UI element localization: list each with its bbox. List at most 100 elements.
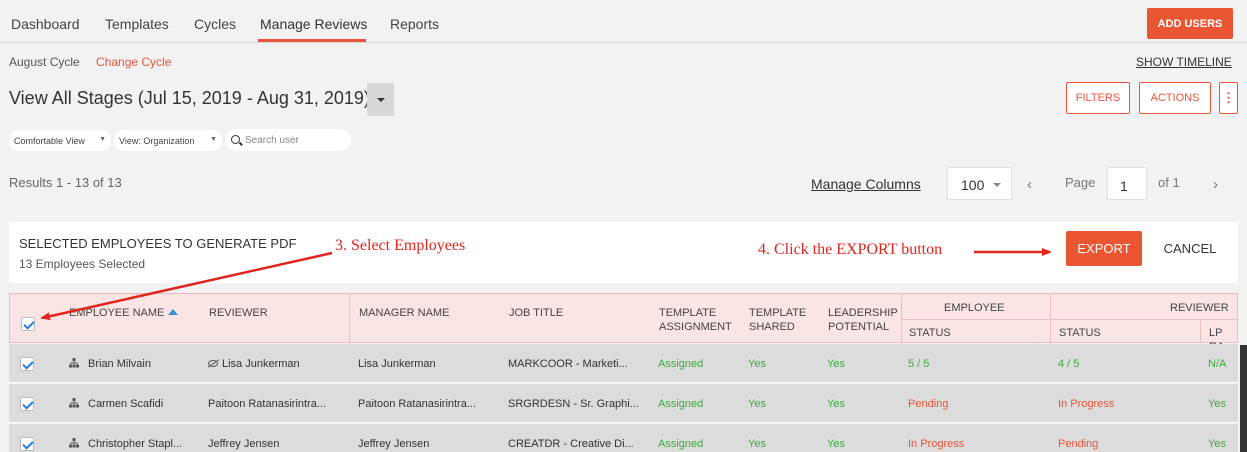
- cell-employee[interactable]: Christopher Stapl...: [88, 438, 182, 450]
- results-count: Results 1 - 13 of 13: [9, 175, 122, 190]
- table-row[interactable]: Carmen Scafidi Paitoon Ratanasirintra...…: [9, 384, 1238, 423]
- chevron-down-icon: ▼: [99, 136, 106, 143]
- view-mode-select[interactable]: Comfortable View ▼: [9, 130, 111, 151]
- row-checkbox[interactable]: [20, 357, 34, 371]
- cell-manager: Lisa Junkerman: [358, 358, 436, 370]
- search-box: [225, 129, 351, 151]
- cell-job-title: SRGRDESN - Sr. Graphi...: [508, 398, 639, 410]
- cell-employee-status[interactable]: Pending: [908, 398, 948, 410]
- hidden-eye-icon: [208, 360, 218, 367]
- reviews-table: EMPLOYEE NAME REVIEWER MANAGER NAME JOB …: [9, 293, 1238, 452]
- column-divider: [349, 294, 350, 344]
- cell-lp-rating: Yes: [1208, 398, 1226, 410]
- panel-title: SELECTED EMPLOYEES TO GENERATE PDF: [19, 236, 297, 251]
- cancel-button[interactable]: CANCEL: [1151, 231, 1229, 266]
- select-all-checkbox[interactable]: [21, 317, 35, 331]
- cycle-name: August Cycle: [9, 55, 80, 69]
- view-mode-value: Comfortable View: [14, 136, 85, 146]
- cell-employee[interactable]: Brian Milvain: [88, 358, 151, 370]
- next-page-icon[interactable]: ›: [1213, 176, 1218, 193]
- th-template-shared[interactable]: TEMPLATE SHARED: [749, 306, 806, 334]
- table-row[interactable]: Brian Milvain Lisa Junkerman Lisa Junker…: [9, 344, 1238, 383]
- manage-columns-link[interactable]: Manage Columns: [811, 176, 921, 192]
- cell-assignment: Assigned: [658, 398, 704, 410]
- cell-job-title: MARKCOOR - Marketi...: [508, 358, 628, 370]
- row-checkbox[interactable]: [20, 437, 34, 451]
- th-job-title[interactable]: JOB TITLE: [509, 306, 563, 320]
- chevron-down-icon: ▼: [210, 136, 217, 143]
- cell-reviewer: Paitoon Ratanasirintra...: [208, 398, 327, 410]
- cell-lp-rating: Yes: [1208, 438, 1226, 450]
- th-reviewer-status[interactable]: STATUS: [1059, 326, 1101, 340]
- page-label: Page: [1065, 175, 1096, 190]
- nav-reports[interactable]: Reports: [390, 16, 439, 32]
- cell-assignment: Assigned: [658, 438, 704, 450]
- table-row[interactable]: Christopher Stapl... Jeffrey Jensen Jeff…: [9, 424, 1238, 452]
- th-employee-name[interactable]: EMPLOYEE NAME: [69, 306, 179, 320]
- view-org-value: View: Organization: [119, 136, 195, 146]
- column-divider: [1200, 319, 1201, 343]
- nav-cycles[interactable]: Cycles: [194, 16, 236, 32]
- active-tab-indicator: [258, 39, 366, 42]
- per-page-select[interactable]: 100: [947, 167, 1012, 200]
- cell-shared: Yes: [748, 438, 766, 450]
- cell-assignment: Assigned: [658, 358, 704, 370]
- search-icon: [231, 135, 240, 144]
- vertical-scrollbar[interactable]: [1240, 345, 1247, 452]
- view-organization-select[interactable]: View: Organization ▼: [114, 130, 222, 151]
- cell-shared: Yes: [748, 358, 766, 370]
- nav-dashboard[interactable]: Dashboard: [11, 16, 80, 32]
- org-chart-icon: [69, 358, 79, 368]
- cell-reviewer: Jeffrey Jensen: [208, 438, 280, 450]
- add-users-button[interactable]: ADD USERS: [1147, 8, 1233, 39]
- top-navigation: Dashboard Templates Cycles Manage Review…: [0, 0, 1247, 43]
- export-button[interactable]: EXPORT: [1066, 231, 1142, 266]
- per-page-value: 100: [961, 177, 985, 193]
- th-employee-group: EMPLOYEE: [944, 302, 1005, 314]
- column-divider: [1050, 294, 1051, 344]
- th-leadership-potential[interactable]: LEADERSHIP POTENTIAL: [828, 306, 898, 334]
- change-cycle-link[interactable]: Change Cycle: [96, 55, 171, 69]
- cell-reviewer-status[interactable]: In Progress: [1058, 398, 1114, 410]
- page-total: of 1: [1158, 175, 1180, 190]
- more-options-button[interactable]: ⋮: [1219, 82, 1238, 114]
- org-chart-icon: [69, 438, 79, 448]
- cell-employee-status[interactable]: In Progress: [908, 438, 964, 450]
- th-reviewer[interactable]: REVIEWER: [209, 306, 268, 320]
- cell-employee-status[interactable]: 5 / 5: [908, 358, 929, 370]
- caret-down-icon: [993, 183, 1001, 187]
- cell-leadership: Yes: [827, 358, 845, 370]
- th-template-assignment[interactable]: TEMPLATE ASSIGNMENT: [659, 306, 732, 334]
- selected-count: 13 Employees Selected: [19, 257, 146, 271]
- row-checkbox[interactable]: [20, 397, 34, 411]
- cell-reviewer-status[interactable]: 4 / 5: [1058, 358, 1079, 370]
- prev-page-icon[interactable]: ‹: [1027, 176, 1032, 193]
- cell-job-title: CREATDR - Creative Di...: [508, 438, 634, 450]
- th-reviewer-group: REVIEWER: [1170, 302, 1229, 314]
- cell-lp-rating: N/A: [1208, 358, 1227, 370]
- search-input[interactable]: [245, 132, 345, 148]
- cell-manager: Paitoon Ratanasirintra...: [358, 398, 477, 410]
- annotation-step-4: 4. Click the EXPORT button: [758, 241, 943, 258]
- filters-button[interactable]: FILTERS: [1066, 82, 1130, 114]
- actions-button[interactable]: ACTIONS: [1139, 82, 1211, 114]
- th-manager-name[interactable]: MANAGER NAME: [359, 306, 449, 320]
- nav-manage-reviews[interactable]: Manage Reviews: [260, 16, 367, 32]
- nav-templates[interactable]: Templates: [105, 16, 169, 32]
- annotation-step-3: 3. Select Employees: [335, 237, 466, 254]
- table-header: EMPLOYEE NAME REVIEWER MANAGER NAME JOB …: [9, 293, 1238, 353]
- export-pdf-panel: SELECTED EMPLOYEES TO GENERATE PDF 13 Em…: [9, 222, 1238, 283]
- sort-ascending-icon: [168, 309, 179, 315]
- cell-reviewer-status[interactable]: Pending: [1058, 438, 1098, 450]
- cell-leadership: Yes: [827, 398, 845, 410]
- cell-shared: Yes: [748, 398, 766, 410]
- cell-reviewer: Lisa Junkerman: [208, 358, 300, 370]
- org-chart-icon: [69, 398, 79, 408]
- cell-manager: Jeffrey Jensen: [358, 438, 430, 450]
- page-number-input[interactable]: 1: [1107, 167, 1147, 200]
- show-timeline-link[interactable]: SHOW TIMELINE: [1136, 55, 1232, 69]
- stage-dropdown-button[interactable]: [367, 83, 394, 116]
- cell-employee[interactable]: Carmen Scafidi: [88, 398, 163, 410]
- th-employee-status[interactable]: STATUS: [909, 326, 951, 340]
- stage-title: View All Stages (Jul 15, 2019 - Aug 31, …: [9, 88, 370, 108]
